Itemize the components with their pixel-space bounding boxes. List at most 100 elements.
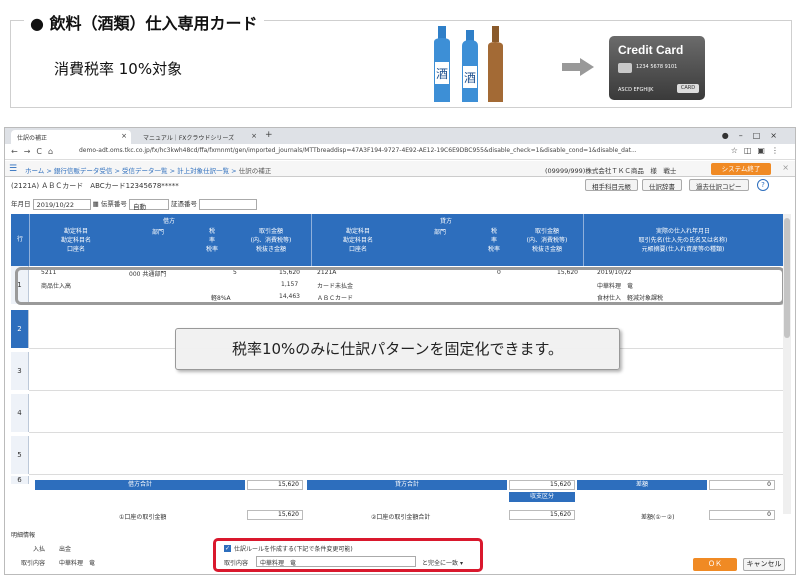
app-screenshot: 仕訳の補正 × マニュアル｜FXクラウドシリーズ × + ●–□× ←→C⌂ d… (4, 127, 796, 575)
card-logo: CARD (677, 84, 699, 93)
card-chip (618, 63, 632, 73)
journal-dictionary-button[interactable]: 仕訳辞書 (642, 179, 682, 191)
tab-label: 仕訳の補正 (17, 135, 48, 142)
debit-title: 借方 (162, 218, 175, 225)
ok-button[interactable]: ＯＫ (693, 558, 737, 571)
banner-title: ● 飲料（酒類）仕入専用カード (24, 10, 264, 34)
date-label: 年月日 (11, 200, 31, 208)
menu-icon[interactable]: ☰ (9, 164, 17, 174)
rule-checkbox[interactable]: ✓ (224, 545, 231, 552)
banner-subtitle: 消費税率 10%対象 (54, 60, 183, 78)
rule-match-label: と完全に一致 (422, 560, 459, 567)
deposit-value: 15,620 (247, 510, 303, 520)
browser-tab-1[interactable]: 仕訳の補正 × (11, 130, 131, 144)
product-banner: ● 飲料（酒類）仕入専用カード 消費税率 10%対象 酒 酒 Credit Ca… (6, 6, 794, 108)
credit-account-header: 勘定科目 勘定科目名 口座名 (342, 228, 373, 253)
crumb-targets[interactable]: 計上対象仕訳一覧 (177, 167, 229, 175)
close-icon[interactable]: × (121, 132, 127, 140)
withdraw-value: 15,620 (509, 510, 575, 520)
debit-amount-header: 取引金額 (内、消費税等) 税抜き金額 (250, 228, 292, 253)
detail-panel: 明細情報 入払 出金 取引内容 中華料理 竜 ✓ 仕訳ルールを作成する(下記で条… (11, 530, 787, 574)
counterpart-ledger-button[interactable]: 相手科目元帳 (585, 179, 638, 191)
content-value: 中華料理 竜 (59, 560, 96, 567)
credit-total-value: 15,620 (509, 480, 575, 490)
crumb-current: 仕訳の補正 (238, 167, 272, 175)
crumb-bank[interactable]: 銀行信販データ受信 (54, 167, 113, 175)
browser-toolbar-icons[interactable]: ☆◫▣⋮ (731, 146, 785, 155)
window-controls[interactable]: ●–□× (722, 131, 787, 140)
app-header: ☰ ホーム > 銀行信販データ受信 > 受信データ一覧 > 計上対象仕訳一覧 >… (5, 161, 795, 177)
journal-rule-box: ✓ 仕訳ルールを作成する(下記で条件変更可能) 取引内容 中華料理 竜 と完全に… (213, 538, 483, 572)
debit-total-value: 15,620 (247, 480, 303, 490)
bottle-label-1: 酒 (436, 67, 448, 81)
chevron-down-icon: ▾ (459, 560, 463, 567)
highlight-row-1 (15, 267, 785, 305)
scroll-thumb[interactable] (784, 218, 790, 338)
date-field[interactable]: 2019/10/22 (32, 198, 91, 210)
card-holder: ASCD EFGHIJK (618, 87, 654, 93)
close-icon[interactable]: × (251, 132, 257, 140)
card-number: 1234 5678 9101 (636, 64, 678, 70)
credit-title: 貸方 (439, 218, 452, 225)
callout-message: 税率10%のみに仕訳パターンを固定化できます。 (175, 328, 620, 370)
right-header: 実際の仕入れ年月日 取引先名(仕入先の氏名又は名称) 元帳摘要(仕入れ資産等の種類) (638, 228, 728, 253)
evidence-field[interactable] (199, 198, 258, 210)
debit-account-header: 勘定科目 勘定科目名 口座名 (60, 228, 91, 253)
crumb-received[interactable]: 受信データ一覧 (122, 167, 168, 175)
browser-tab-2[interactable]: マニュアル｜FXクラウドシリーズ × (137, 130, 261, 144)
browser-tabbar: 仕訳の補正 × マニュアル｜FXクラウドシリーズ × + ●–□× (5, 128, 795, 144)
debit-total-label: 借方合計 (35, 480, 245, 490)
debit-dept-header: 部門 (151, 229, 164, 236)
bottle-label-2: 酒 (464, 71, 476, 85)
close-icon[interactable]: × (782, 163, 789, 172)
company-name: (09999/999)株式会社ＴＫＣ商品 様 戦士 (545, 167, 677, 175)
calendar-icon[interactable]: ▦ (93, 200, 99, 208)
breadcrumb: ホーム > 銀行信販データ受信 > 受信データ一覧 > 計上対象仕訳一覧 > 仕… (25, 167, 272, 175)
diff2-label: 差額(①－②) (641, 514, 675, 521)
balance-type-label: 収支区分 (509, 492, 575, 502)
voucher-field[interactable]: 自動 (128, 198, 169, 211)
voucher-label: 伝票番号 (100, 200, 127, 208)
credit-tax-header: 税率税率 (487, 228, 500, 253)
rule-field-label: 取引内容 (224, 560, 249, 567)
content-label: 取引内容 (21, 560, 46, 567)
tab-label: マニュアル｜FXクラウドシリーズ (143, 135, 235, 142)
debit-tax-header: 税率税率 (205, 228, 218, 253)
cancel-button[interactable]: キャンセル (743, 558, 785, 571)
credit-total-label: 貸方合計 (307, 480, 507, 490)
address-bar: ←→C⌂ demo-adt.oms.tkc.co.jp/fx/hc3kwh48c… (5, 144, 795, 160)
diff-label: 差額 (577, 480, 707, 490)
withdraw-label: ②口座の取引金額合計 (371, 514, 431, 521)
rule-checkbox-label: 仕訳ルールを作成する(下記で条件変更可能) (234, 546, 353, 553)
row-number: 6 (11, 476, 29, 484)
row-number: 4 (11, 394, 29, 432)
liquor-bottles-icon: 酒 酒 (434, 26, 503, 102)
nav-buttons[interactable]: ←→C⌂ (11, 147, 59, 156)
past-journal-copy-button[interactable]: 過去仕訳コピー (689, 179, 749, 191)
in-out-label: 入払 (33, 546, 46, 553)
diff-value: 0 (709, 480, 775, 490)
row-header: 行 (16, 236, 23, 243)
date-row: 年月日 2019/10/22 ▦ 伝票番号 自動 証憑番号 (11, 198, 258, 211)
credit-dept-header: 部門 (433, 229, 446, 236)
in-out-value: 出金 (59, 546, 72, 553)
diff2-value: 0 (709, 510, 775, 520)
new-tab-icon[interactable]: + (265, 130, 273, 140)
card-account-line: (2121A) ＡＢＣカード ABCカード12345678***** (11, 182, 179, 190)
rule-match-select[interactable]: と完全に一致 ▾ (422, 558, 463, 567)
system-exit-button[interactable]: システム終了 (711, 163, 771, 175)
row-number: 2 (11, 310, 29, 348)
credit-card-icon: Credit Card 1234 5678 9101 ASCD EFGHIJK … (609, 36, 705, 100)
credit-amount-header: 取引金額 (内、消費税等) 税抜き金額 (526, 228, 568, 253)
evidence-label: 証憑番号 (171, 200, 198, 208)
row-number: 3 (11, 352, 29, 390)
detail-label: 明細情報 (11, 532, 36, 539)
url-field[interactable]: demo-adt.oms.tkc.co.jp/fx/hc3kwh48cd/ffa… (79, 147, 637, 154)
help-icon[interactable]: ? (757, 179, 769, 191)
grid-scrollbar[interactable] (783, 214, 791, 514)
crumb-home[interactable]: ホーム (25, 167, 44, 175)
totals-area: 借方合計 15,620 貸方合計 15,620 差額 0 収支区分 ①口座の取引… (35, 480, 777, 532)
grid-header: 行 借方 勘定科目 勘定科目名 口座名 部門 税率税率 取引金額 (内、消費税等) 税抜… (11, 214, 783, 266)
arrow-right-icon (562, 58, 594, 76)
rule-field-input[interactable]: 中華料理 竜 (256, 556, 416, 567)
